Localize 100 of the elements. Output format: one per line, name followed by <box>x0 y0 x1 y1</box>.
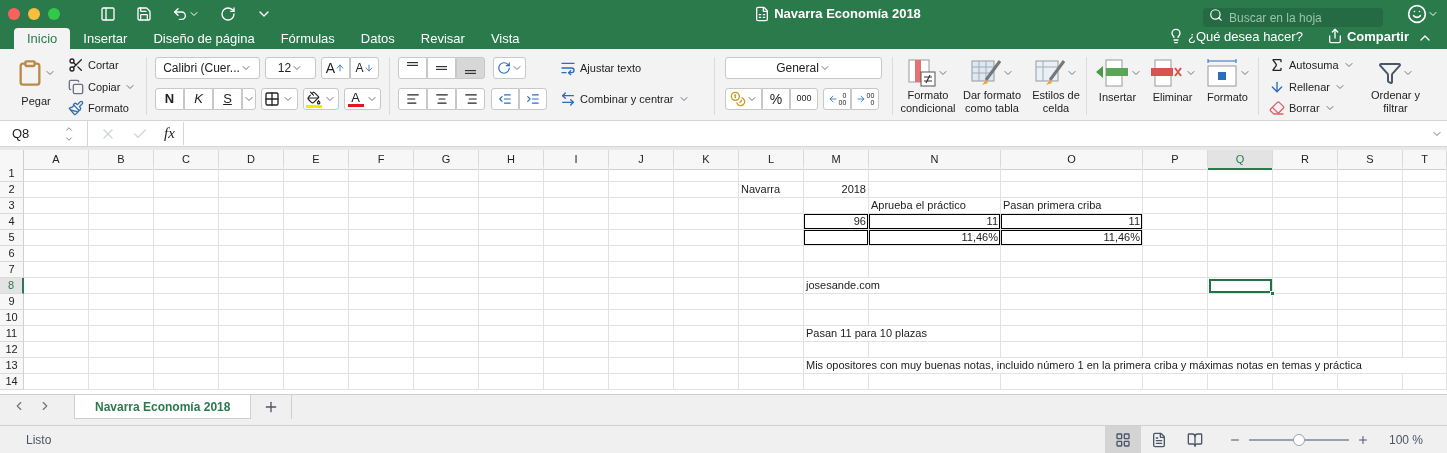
ribbon-tab[interactable]: Datos <box>347 28 408 49</box>
vertical-align-button[interactable] <box>398 57 427 79</box>
ribbon-tab[interactable]: Revisar <box>407 28 478 49</box>
zoom-thumb[interactable] <box>1292 433 1305 446</box>
fill-button[interactable]: Rellenar <box>1269 78 1355 95</box>
share-button[interactable]: Compartir <box>1346 26 1409 46</box>
column-header[interactable]: D <box>219 150 284 170</box>
styles-button[interactable]: Formato condicional <box>897 57 959 115</box>
column-header[interactable]: N <box>869 150 1001 170</box>
tell-me-search[interactable]: ¿Qué desea hacer? <box>1187 26 1303 46</box>
column-header[interactable]: Q <box>1208 150 1273 170</box>
row-header[interactable]: 13 <box>0 358 24 374</box>
column-header[interactable]: F <box>349 150 414 170</box>
search-field[interactable]: Buscar en la hoja <box>1203 8 1383 27</box>
zoom-window-button[interactable] <box>48 8 60 20</box>
row-header[interactable]: 3 <box>0 198 24 214</box>
row-header[interactable]: 2 <box>0 182 24 198</box>
grow-font-button[interactable]: A <box>321 57 350 79</box>
row-header[interactable]: 12 <box>0 342 24 358</box>
row-header[interactable]: 5 <box>0 230 24 246</box>
ribbon-tab[interactable]: Fórmulas <box>267 28 348 49</box>
zoom-in-icon[interactable] <box>1356 433 1369 446</box>
styles-button[interactable]: Dar formato como tabla <box>961 57 1023 115</box>
cut-button[interactable]: Cortar <box>68 57 137 74</box>
row-header[interactable]: 6 <box>0 246 24 262</box>
font-name-dropdown[interactable]: Calibri (Cuer... <box>155 57 260 79</box>
number-format-dropdown[interactable]: General <box>725 57 882 79</box>
autosum-button[interactable]: Autosuma <box>1269 57 1355 74</box>
styles-button[interactable]: Estilos de celda <box>1025 57 1087 115</box>
format-painter-button[interactable]: Formato <box>68 100 137 117</box>
percent-button[interactable]: % <box>762 88 790 110</box>
column-header[interactable]: H <box>479 150 544 170</box>
column-header[interactable]: B <box>89 150 154 170</box>
row-header[interactable]: 1 <box>0 166 24 182</box>
row-header[interactable]: 14 <box>0 374 24 390</box>
fill-handle[interactable] <box>1270 291 1275 296</box>
copy-button[interactable]: Copiar <box>68 78 137 95</box>
vertical-align-button[interactable] <box>456 57 485 79</box>
ribbon-tab[interactable]: Vista <box>477 28 533 49</box>
fill-color-button[interactable] <box>302 88 340 110</box>
orientation-button[interactable] <box>493 57 526 79</box>
column-header[interactable]: C <box>154 150 219 170</box>
save-icon[interactable] <box>136 6 152 22</box>
sort-filter-button[interactable]: Ordenar y filtrar <box>1366 57 1425 117</box>
column-header[interactable]: P <box>1143 150 1208 170</box>
cells-button[interactable]: Insertar <box>1093 57 1142 115</box>
cells-button[interactable]: Eliminar <box>1148 57 1197 115</box>
selected-cell[interactable] <box>1208 278 1273 294</box>
ribbon-tab[interactable]: Insertar <box>70 28 141 49</box>
bold-button[interactable]: N <box>155 88 184 110</box>
ribbon-tab[interactable]: Diseño de página <box>140 28 268 49</box>
zoom-slider[interactable] <box>1248 432 1349 447</box>
column-header[interactable]: I <box>544 150 609 170</box>
redo-icon[interactable] <box>220 6 236 22</box>
smiley-icon[interactable] <box>1407 4 1427 24</box>
insert-function-button[interactable]: fx <box>164 122 184 145</box>
thousands-button[interactable]: 000 <box>790 88 818 110</box>
row-header[interactable]: 10 <box>0 310 24 326</box>
ribbon-tab[interactable]: Inicio <box>14 28 71 49</box>
italic-button[interactable]: K <box>184 88 213 110</box>
row-header[interactable]: 4 <box>0 214 24 230</box>
row-header[interactable]: 8 <box>0 278 24 294</box>
column-header[interactable]: K <box>674 150 739 170</box>
column-header[interactable]: E <box>284 150 349 170</box>
column-header[interactable]: G <box>414 150 479 170</box>
cells-button[interactable]: Formato <box>1203 57 1252 115</box>
column-header[interactable]: R <box>1273 150 1338 170</box>
name-box[interactable]: Q8 <box>0 120 88 147</box>
minimize-window-button[interactable] <box>28 8 40 20</box>
currency-button[interactable] <box>725 88 762 110</box>
vertical-align-button[interactable] <box>427 57 456 79</box>
font-size-dropdown[interactable]: 12 <box>265 57 316 79</box>
borders-button[interactable] <box>261 88 298 110</box>
row-header[interactable]: 11 <box>0 326 24 342</box>
paste-button[interactable]: Pegar <box>16 57 56 115</box>
align-left-button[interactable] <box>398 88 427 110</box>
column-header[interactable]: S <box>1338 150 1403 170</box>
increase-indent-button[interactable] <box>519 88 547 110</box>
wrap-text-button[interactable]: Ajustar texto <box>560 60 714 77</box>
column-header[interactable]: L <box>739 150 804 170</box>
sheet-tab[interactable]: Navarra Economía 2018 <box>74 395 252 419</box>
view-button[interactable] <box>1104 426 1141 453</box>
row-header[interactable]: 7 <box>0 262 24 278</box>
merge-center-button[interactable]: Combinar y centrar <box>560 90 714 107</box>
column-header[interactable]: A <box>24 150 89 170</box>
underline-menu-button[interactable] <box>242 88 256 110</box>
sidebar-icon[interactable] <box>100 6 116 22</box>
decrease-indent-button[interactable] <box>491 88 519 110</box>
clear-button[interactable]: Borrar <box>1269 100 1355 117</box>
row-header[interactable]: 9 <box>0 294 24 310</box>
column-header[interactable]: T <box>1403 150 1447 170</box>
column-header[interactable]: M <box>804 150 869 170</box>
shrink-font-button[interactable]: A <box>350 57 379 79</box>
align-center-button[interactable] <box>427 88 456 110</box>
undo-icon[interactable] <box>172 6 188 22</box>
column-header[interactable]: J <box>609 150 674 170</box>
align-right-button[interactable] <box>456 88 485 110</box>
underline-button[interactable]: S <box>213 88 242 110</box>
column-header[interactable]: O <box>1001 150 1143 170</box>
font-color-button[interactable]: A <box>344 88 381 110</box>
